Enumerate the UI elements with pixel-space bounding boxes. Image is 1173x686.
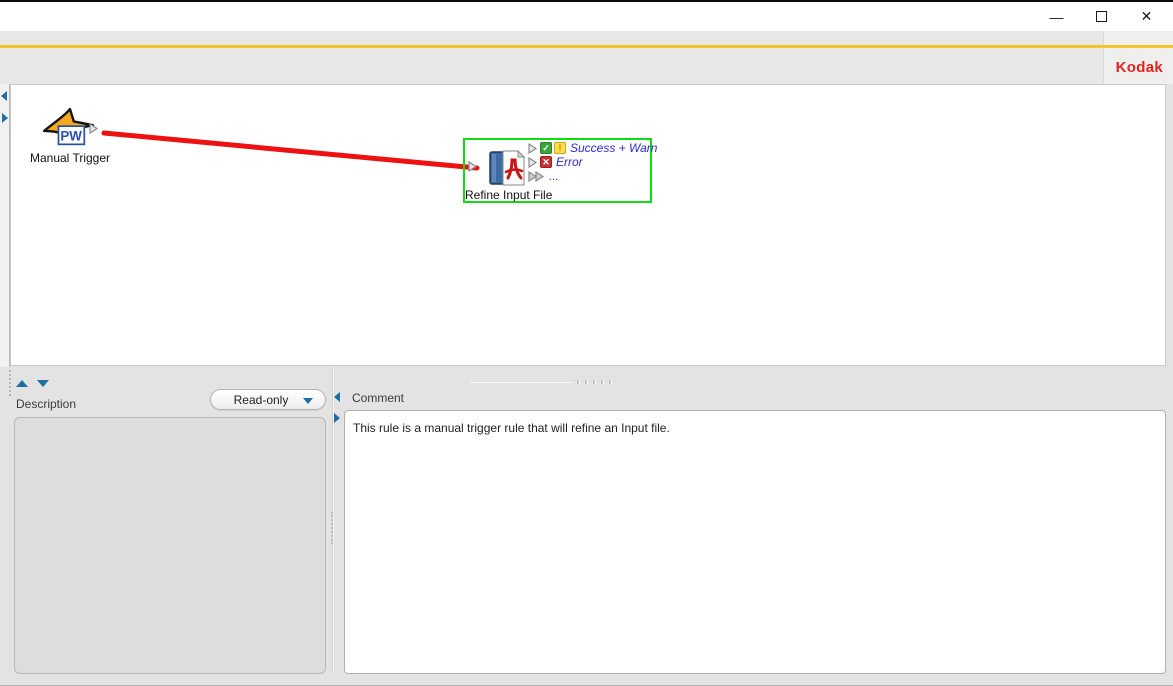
close-button[interactable]: ✕ bbox=[1124, 2, 1169, 31]
comment-expand-right-icon[interactable] bbox=[334, 413, 340, 423]
output-port-icon[interactable] bbox=[528, 157, 538, 168]
manual-trigger-pw-icon[interactable]: PW bbox=[42, 108, 96, 152]
maximize-button[interactable] bbox=[1079, 2, 1124, 31]
vertical-splitter-handle[interactable] bbox=[331, 512, 333, 544]
title-bar: — ✕ bbox=[0, 2, 1173, 31]
bottom-panel: Description Read-only Comment This rule … bbox=[0, 367, 1173, 686]
maximize-icon bbox=[1096, 11, 1107, 22]
canvas-surface[interactable] bbox=[10, 84, 1166, 366]
horizontal-splitter-groove bbox=[470, 382, 573, 383]
read-only-dropdown-value: Read-only bbox=[234, 393, 289, 407]
double-chevron-port-icon[interactable] bbox=[528, 171, 545, 182]
collapse-up-icon[interactable] bbox=[16, 380, 28, 387]
toolbar-band: Kodak bbox=[0, 31, 1173, 84]
warning-icon: ! bbox=[554, 142, 566, 154]
workflow-canvas[interactable]: PW Manual Trigger bbox=[0, 84, 1173, 367]
node-refine-input-file[interactable]: ✓ ! Success + Warn ✕ Error ... bbox=[463, 138, 652, 203]
description-textarea bbox=[14, 417, 326, 674]
svg-text:PW: PW bbox=[60, 129, 82, 144]
refine-input-port-icon[interactable] bbox=[468, 161, 478, 172]
comment-text: This rule is a manual trigger rule that … bbox=[353, 421, 1157, 435]
panel-drag-handle[interactable] bbox=[9, 370, 11, 396]
output-label-error: Error bbox=[556, 155, 583, 169]
window-controls: — ✕ bbox=[1034, 2, 1169, 31]
refine-output-ports: ✓ ! Success + Warn ✕ Error ... bbox=[528, 141, 657, 183]
node-manual-trigger[interactable]: PW Manual Trigger bbox=[0, 84, 130, 174]
output-port-icon[interactable] bbox=[528, 143, 538, 154]
collapse-down-icon[interactable] bbox=[37, 380, 49, 387]
kodak-logo: Kodak bbox=[1116, 59, 1163, 76]
error-icon: ✕ bbox=[540, 156, 552, 168]
chevron-down-icon bbox=[303, 398, 313, 404]
output-label-success: Success + Warn bbox=[570, 141, 657, 155]
brand-panel bbox=[1103, 31, 1173, 84]
node-label: Manual Trigger bbox=[24, 151, 116, 165]
output-row-more[interactable]: ... bbox=[528, 169, 657, 183]
comment-textarea[interactable]: This rule is a manual trigger rule that … bbox=[344, 410, 1166, 674]
comment-collapse-left-icon[interactable] bbox=[334, 392, 340, 402]
trigger-output-port-icon[interactable] bbox=[89, 123, 99, 134]
description-label: Description bbox=[16, 397, 76, 411]
success-icon: ✓ bbox=[540, 142, 552, 154]
refine-pdf-icon[interactable] bbox=[488, 148, 526, 188]
horizontal-splitter-handle[interactable] bbox=[577, 380, 612, 384]
gold-accent-rule bbox=[0, 45, 1173, 48]
comment-label: Comment bbox=[352, 391, 404, 405]
output-label-more: ... bbox=[549, 169, 559, 183]
node-label: Refine Input File bbox=[465, 188, 552, 202]
read-only-dropdown[interactable]: Read-only bbox=[210, 389, 326, 410]
output-row-success[interactable]: ✓ ! Success + Warn bbox=[528, 141, 657, 155]
application-window: — ✕ Kodak PW bbox=[0, 0, 1173, 686]
minimize-button[interactable]: — bbox=[1034, 2, 1079, 31]
output-row-error[interactable]: ✕ Error bbox=[528, 155, 657, 169]
